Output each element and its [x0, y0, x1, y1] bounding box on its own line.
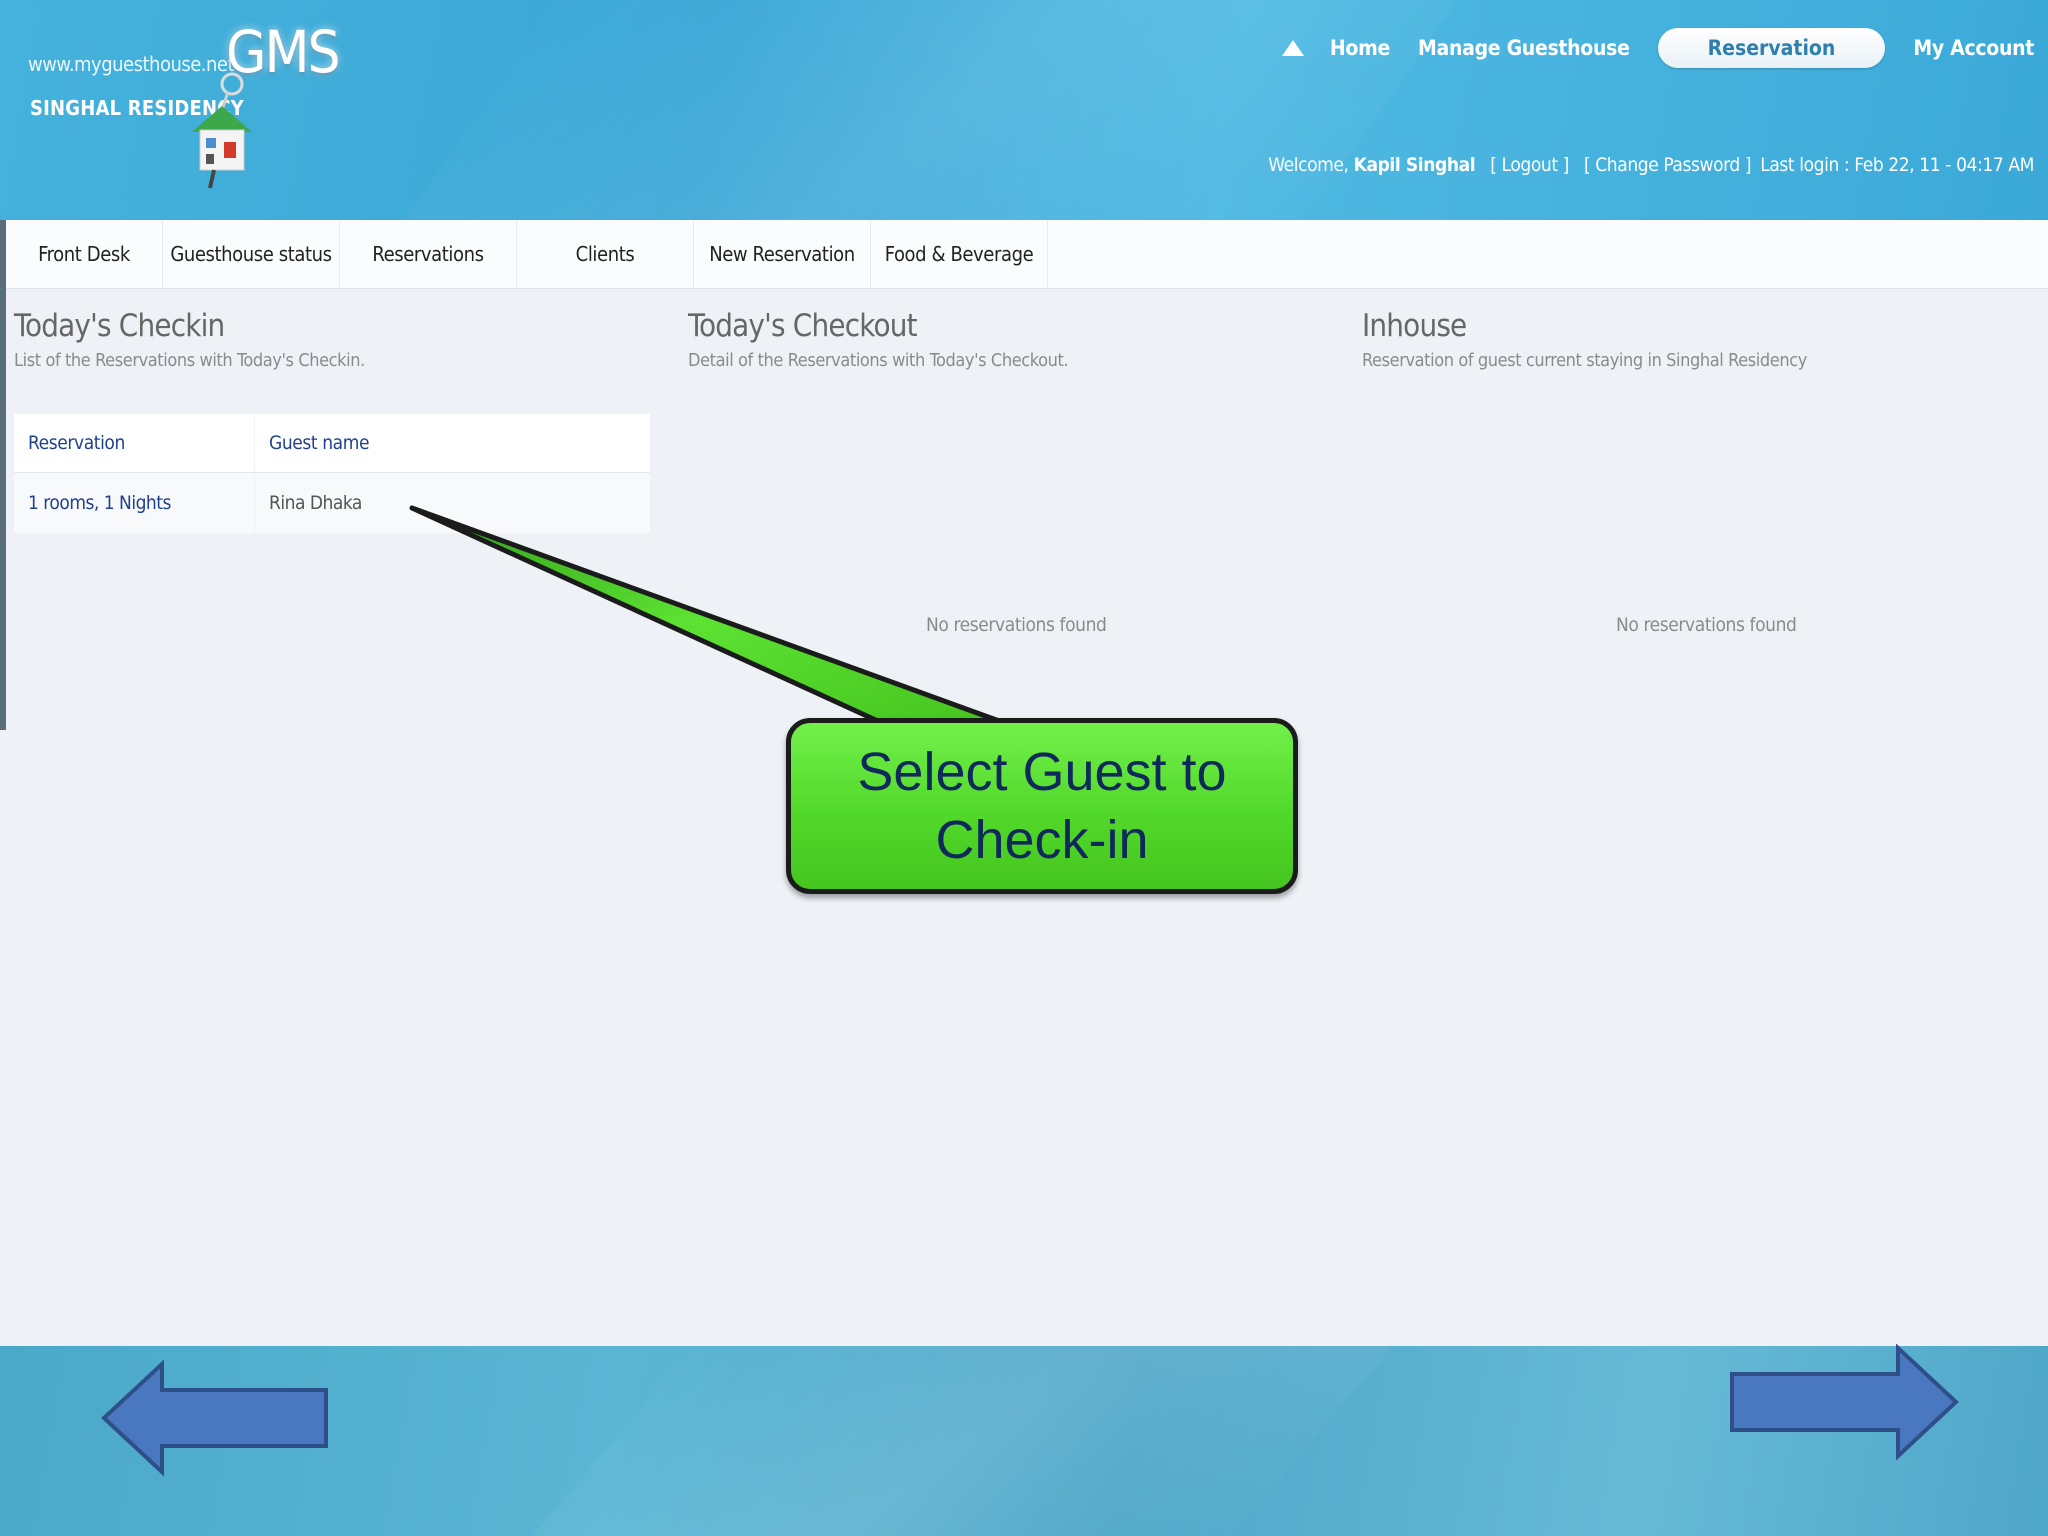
checkout-section: Today's Checkout Detail of the Reservati…: [688, 308, 1069, 371]
header: www.myguesthouse.net GMS SINGHAL RESIDEN…: [0, 0, 2048, 220]
last-login-text: Last login : Feb 22, 11 - 04:17 AM: [1760, 154, 2034, 176]
nav-manage-guesthouse[interactable]: Manage Guesthouse: [1418, 36, 1630, 60]
up-triangle-icon[interactable]: [1281, 40, 1304, 56]
tab-front-desk[interactable]: Front Desk: [6, 220, 163, 288]
inhouse-description: Reservation of guest current staying in …: [1362, 350, 1807, 371]
inhouse-section: Inhouse Reservation of guest current sta…: [1362, 308, 1807, 371]
logout-link[interactable]: [ Logout ]: [1490, 154, 1569, 176]
callout-box: Select Guest to Check-in: [786, 718, 1298, 894]
checkin-table: Reservation Guest name 1 rooms, 1 Nights…: [14, 414, 650, 533]
table-header-row: Reservation Guest name: [14, 414, 650, 473]
table-row[interactable]: 1 rooms, 1 Nights Rina Dhaka: [14, 472, 650, 533]
user-info-line: Welcome, Kapil Singhal [ Logout ] [ Chan…: [1268, 154, 2034, 176]
inhouse-title: Inhouse: [1362, 308, 1467, 344]
checkout-empty-message: No reservations found: [926, 614, 1107, 636]
tab-reservations[interactable]: Reservations: [340, 220, 517, 288]
checkin-title: Today's Checkin: [14, 308, 225, 344]
right-arrow-icon[interactable]: [1728, 1344, 1960, 1464]
column-header-guest-name[interactable]: Guest name: [254, 414, 650, 473]
user-name: Kapil Singhal: [1353, 154, 1476, 176]
checkin-section: Today's Checkin List of the Reservations…: [14, 308, 365, 371]
left-arrow-icon[interactable]: [100, 1360, 332, 1480]
guest-name-cell[interactable]: Rina Dhaka: [254, 472, 650, 533]
welcome-text: Welcome,: [1268, 154, 1349, 176]
house-keychain-icon: [192, 72, 252, 189]
nav-reservation[interactable]: Reservation: [1657, 28, 1886, 68]
change-password-link[interactable]: [ Change Password ]: [1584, 154, 1752, 176]
checkout-description: Detail of the Reservations with Today's …: [688, 350, 1069, 371]
column-header-reservation[interactable]: Reservation: [14, 414, 255, 473]
footer-sheen: [474, 1346, 1426, 1536]
tab-food-beverage[interactable]: Food & Beverage: [871, 220, 1048, 288]
tab-guesthouse-status[interactable]: Guesthouse status: [163, 220, 340, 288]
nav-my-account[interactable]: My Account: [1913, 36, 2034, 60]
tab-bar: Front Desk Guesthouse status Reservation…: [6, 220, 2048, 289]
nav-home[interactable]: Home: [1330, 36, 1390, 60]
inhouse-empty-message: No reservations found: [1616, 614, 1797, 636]
checkout-title: Today's Checkout: [688, 308, 918, 344]
reservation-cell[interactable]: 1 rooms, 1 Nights: [14, 472, 255, 533]
callout-text: Select Guest to Check-in: [857, 742, 1227, 870]
checkin-description: List of the Reservations with Today's Ch…: [14, 350, 365, 371]
tab-clients[interactable]: Clients: [517, 220, 694, 288]
tab-new-reservation[interactable]: New Reservation: [694, 220, 871, 288]
top-navigation: Home Manage Guesthouse Reservation My Ac…: [1281, 28, 2034, 68]
